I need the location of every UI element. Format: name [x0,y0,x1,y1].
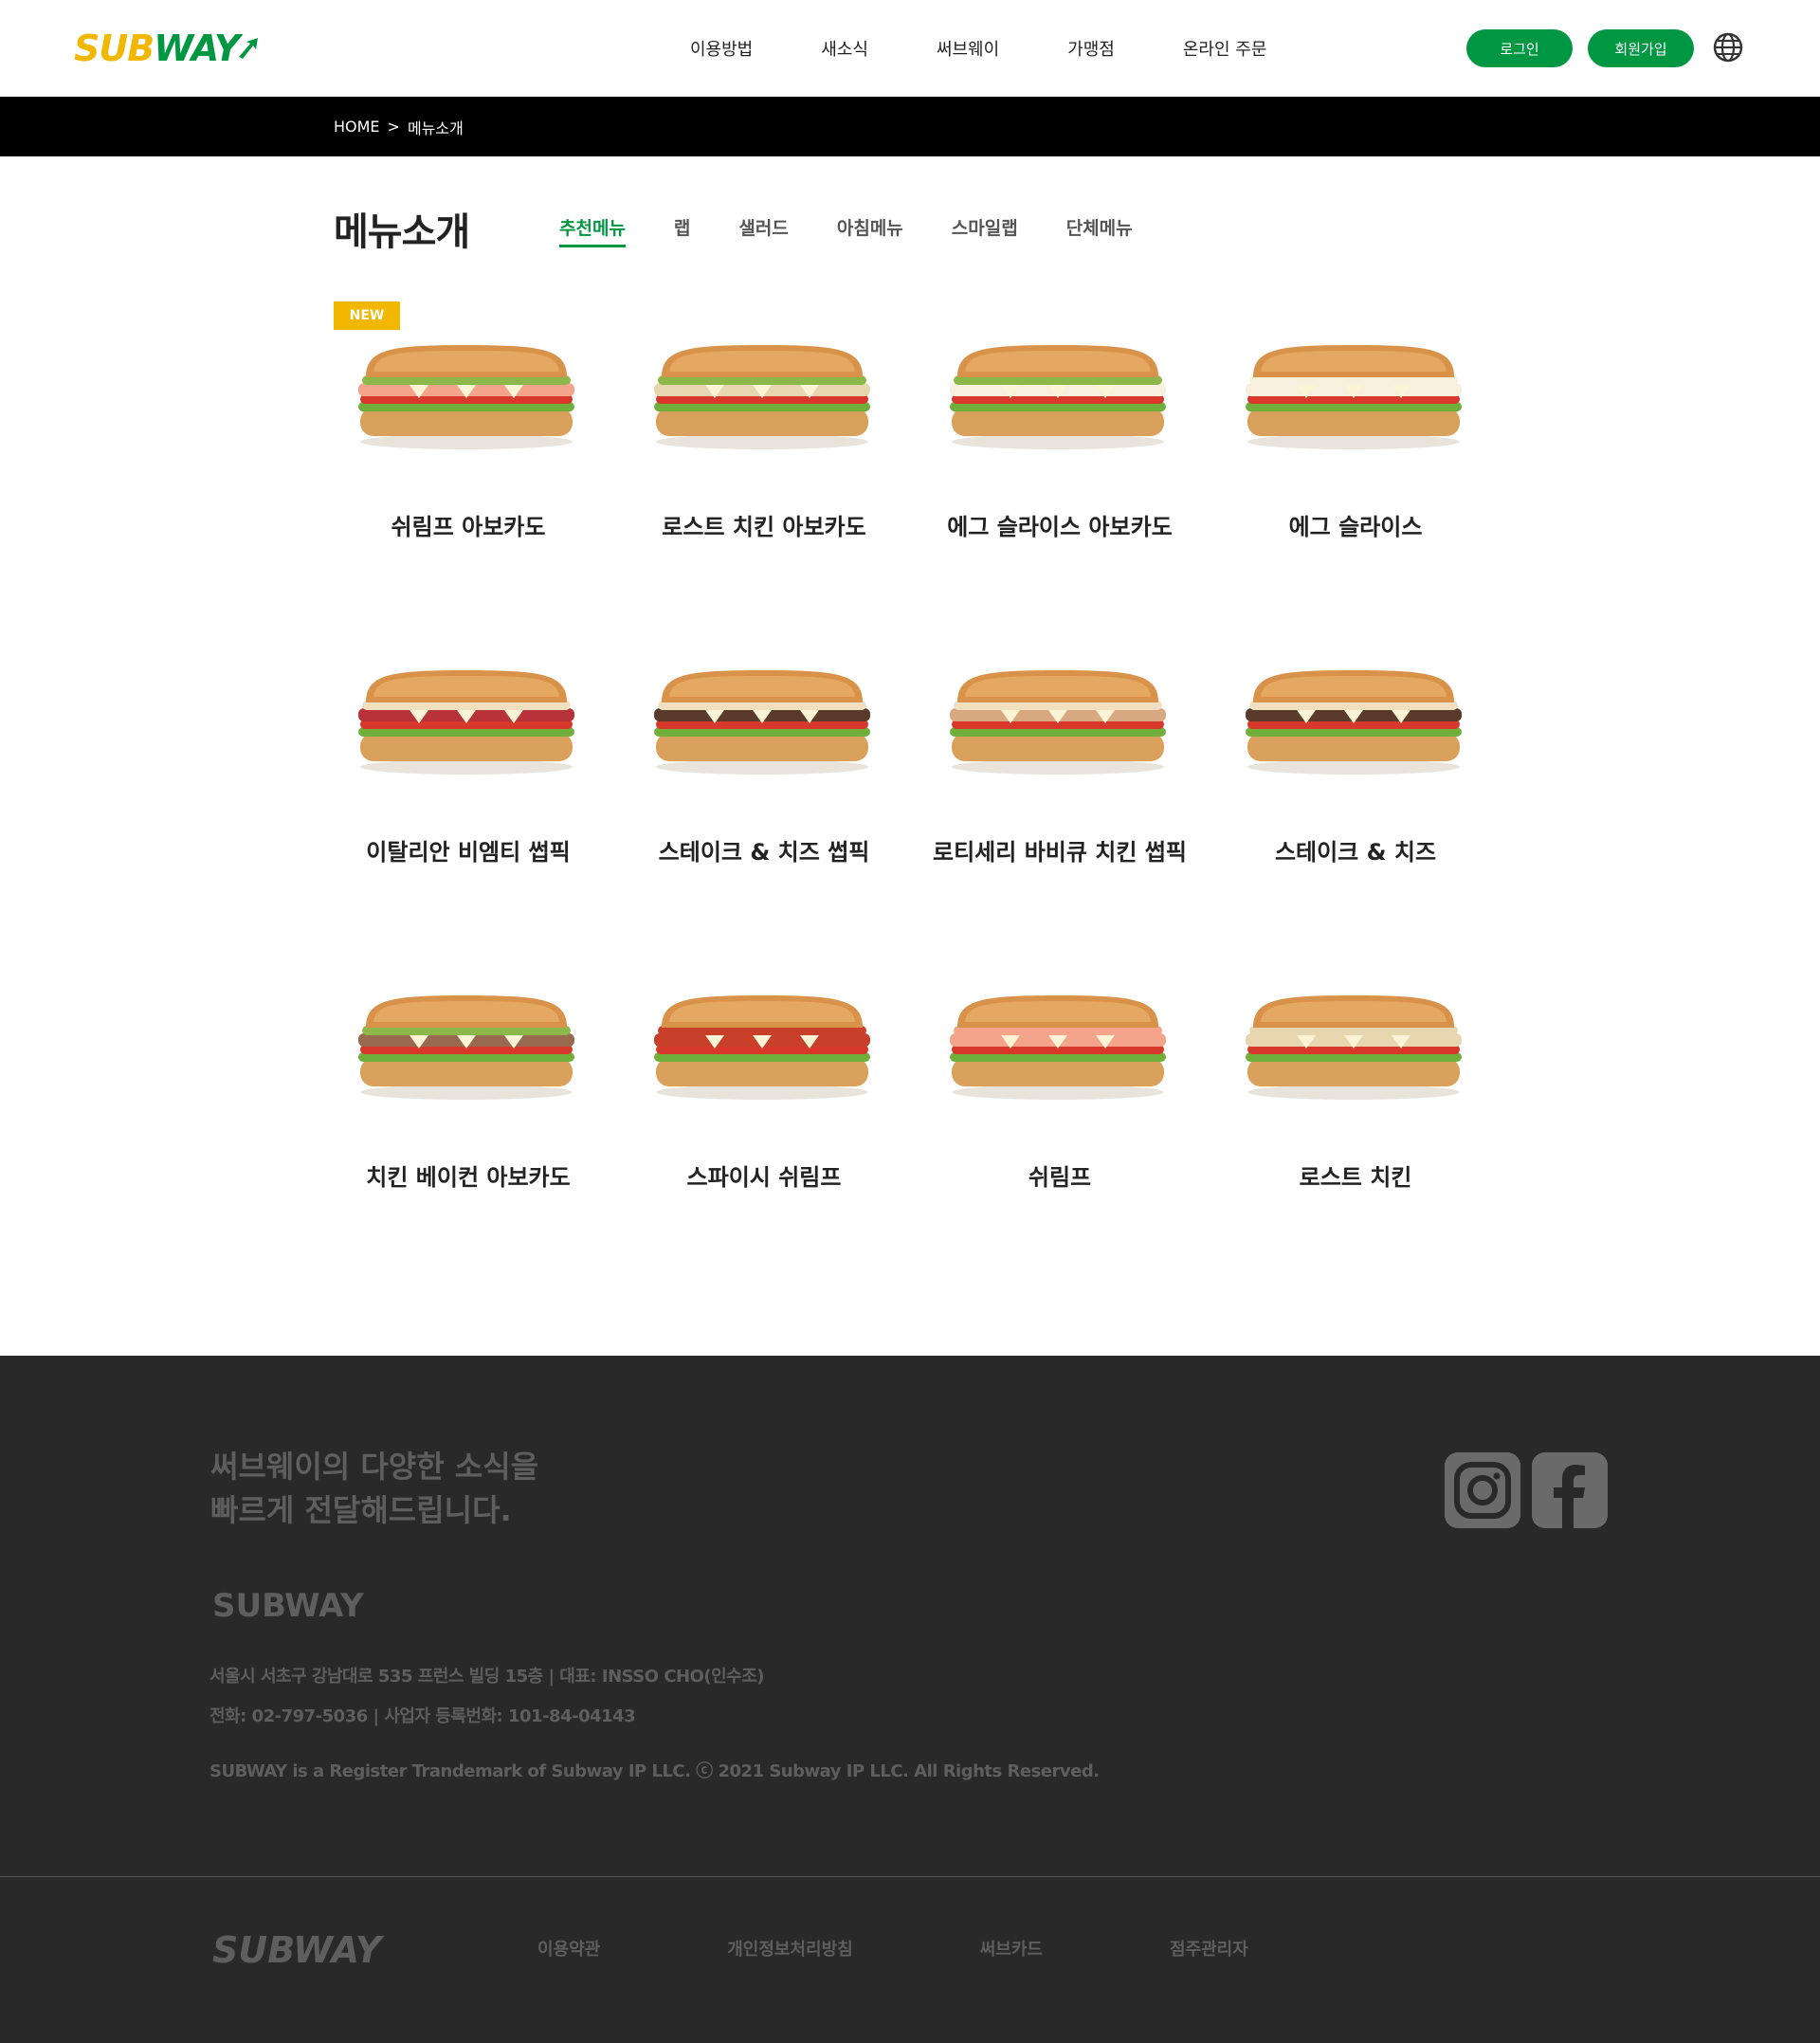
menu-item[interactable]: 스테이크 & 치즈 [1221,627,1490,873]
breadcrumb: HOME > 메뉴소개 [334,97,464,156]
footer-logo[interactable]: SUBWAY [212,1929,381,1971]
breadcrumb-separator: > [387,118,400,136]
menu-item-name[interactable]: 에그 슬라이스 [1221,508,1490,541]
menu-item[interactable]: 스테이크 & 치즈 썹픽 [629,627,899,873]
sandwich-image [1246,345,1462,449]
page-title: 메뉴소개 [334,210,470,254]
menu-item[interactable]: 로스트 치킨 [1221,952,1490,1198]
footer-contact: 전화: 02-797-5036 | 사업자 등록번화: 101-84-04143 [209,1706,636,1726]
logo-way-text: WAY [154,27,240,69]
sandwich-image [358,995,574,1100]
breadcrumb-home[interactable]: HOME [334,118,380,136]
globe-icon[interactable] [1712,31,1744,64]
nav-item-how-to[interactable]: 이용방법 [690,36,753,61]
new-badge: NEW [334,301,400,330]
footer-slogan-line2: 빠르게 전달해드립니다. [210,1492,512,1528]
menu-item-name[interactable]: 쉬림프 [925,1158,1194,1192]
menu-item[interactable]: 이탈리안 비엠티 썹픽 [334,627,603,873]
menu-item[interactable]: 치킨 베이컨 아보카도 [334,952,603,1198]
menu-item-name[interactable]: 스파이시 쉬림프 [629,1158,899,1192]
sandwich-image [950,995,1166,1100]
join-button[interactable]: 회원가입 [1588,29,1694,67]
sandwich-image [950,670,1166,775]
menu-item[interactable]: 에그 슬라이스 [1221,301,1490,548]
menu-item[interactable]: 에그 슬라이스 아보카도 [925,301,1194,548]
menu-item[interactable]: NEW 쉬림프 아보카도 [334,301,603,548]
tab-group-menu[interactable]: 단체메뉴 [1066,214,1133,247]
site-header: SUB WAY 이용방법 새소식 써브웨이 가맹점 온라인 주문 로그인 회원가입 [0,0,1820,97]
footer-link-privacy[interactable]: 개인정보처리방침 [727,1936,852,1961]
nav-item-subway[interactable]: 써브웨이 [937,36,999,61]
menu-item-name[interactable]: 에그 슬라이스 아보카도 [925,508,1194,541]
facebook-icon[interactable] [1532,1452,1608,1528]
tab-smile-wrap[interactable]: 스마일랩 [952,214,1018,247]
sandwich-image [654,670,870,775]
nav-item-news[interactable]: 새소식 [821,36,868,61]
menu-item-name[interactable]: 스테이크 & 치즈 썹픽 [629,833,899,866]
tab-wrap[interactable]: 랩 [674,214,690,247]
login-button[interactable]: 로그인 [1466,29,1573,67]
footer-links: 이용약관 개인정보처리방침 써브카드 점주관리자 [537,1936,1375,1961]
footer-link-terms[interactable]: 이용약관 [537,1936,600,1961]
menu-item-name[interactable]: 로스트 치킨 [1221,1158,1490,1192]
nav-item-franchise[interactable]: 가맹점 [1067,36,1115,61]
instagram-icon[interactable] [1445,1452,1520,1528]
logo-arrow-icon [239,38,259,59]
footer-slogan-line1: 써브웨이의 다양한 소식을 [210,1449,539,1485]
footer-address: 서울시 서초구 강남대로 535 프런스 빌딩 15층 | 대표: INSSO … [209,1667,765,1687]
nav-item-online-order[interactable]: 온라인 주문 [1183,36,1267,61]
sandwich-image [358,345,574,449]
footer-divider [0,1876,1820,1877]
breadcrumb-bar: HOME > 메뉴소개 [0,97,1820,156]
menu-item[interactable]: 스파이시 쉬림프 [629,952,899,1198]
footer-link-owner[interactable]: 점주관리자 [1170,1936,1248,1961]
sandwich-image [358,670,574,775]
menu-item[interactable]: 로티세리 바비큐 치킨 썹픽 [925,627,1194,873]
footer-company-info: 서울시 서초구 강남대로 535 프런스 빌딩 15층 | 대표: INSSO … [209,1657,765,1737]
tab-breakfast[interactable]: 아침메뉴 [837,214,903,247]
menu-item-name[interactable]: 스테이크 & 치즈 [1221,833,1490,866]
sandwich-image [654,345,870,449]
logo-sub-text: SUB [74,27,155,69]
sandwich-image [950,345,1166,449]
menu-item-name[interactable]: 로스트 치킨 아보카도 [629,508,899,541]
menu-item-name[interactable]: 로티세리 바비큐 치킨 썹픽 [925,833,1194,866]
menu-item-name[interactable]: 치킨 베이컨 아보카도 [334,1158,603,1192]
footer-slogan: 써브웨이의 다양한 소식을 빠르게 전달해드립니다. [210,1445,538,1532]
sandwich-image [1246,995,1462,1100]
footer-brand: SUBWAY [212,1587,364,1625]
main-nav: 이용방법 새소식 써브웨이 가맹점 온라인 주문 [654,0,1335,97]
tab-recommended[interactable]: 추천메뉴 [559,214,626,247]
menu-item[interactable]: 쉬림프 [925,952,1194,1198]
sandwich-image [1246,670,1462,775]
menu-item-name[interactable]: 이탈리안 비엠티 썹픽 [334,833,603,866]
tab-salad[interactable]: 샐러드 [738,214,788,247]
breadcrumb-current: 메뉴소개 [407,119,464,137]
menu-item[interactable]: 로스트 치킨 아보카도 [629,301,899,548]
menu-tabs: 추천메뉴 랩 샐러드 아침메뉴 스마일랩 단체메뉴 [559,214,1181,247]
footer-link-subcard[interactable]: 써브카드 [980,1936,1043,1961]
subway-logo[interactable]: SUB WAY [74,27,260,70]
site-footer: 써브웨이의 다양한 소식을 빠르게 전달해드립니다. SUBWAY 서울시 서초… [0,1356,1820,2043]
menu-item-name[interactable]: 쉬림프 아보카도 [334,508,603,541]
sandwich-image [654,995,870,1100]
footer-copyright: SUBWAY is a Register Trandemark of Subwa… [209,1761,1100,1781]
